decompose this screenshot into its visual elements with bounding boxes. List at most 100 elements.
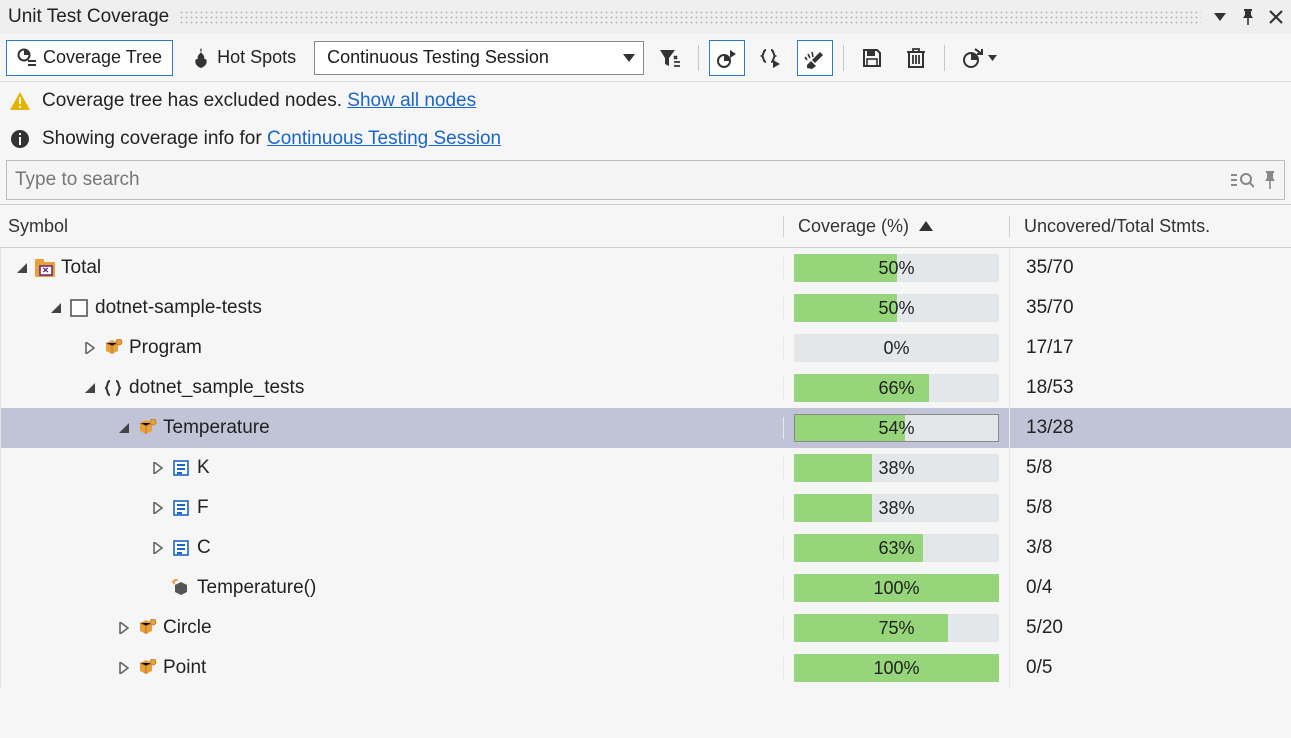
expander-icon[interactable] bbox=[151, 501, 165, 515]
search-pin-icon[interactable] bbox=[1264, 171, 1276, 189]
tab-hot-spots[interactable]: Hot Spots bbox=[181, 40, 306, 76]
coverage-pct: 38% bbox=[878, 498, 914, 519]
sort-asc-icon bbox=[919, 221, 933, 231]
tree-row[interactable]: Total 50% 35/70 bbox=[0, 248, 1291, 288]
tree-row[interactable]: Program 0% 17/17 bbox=[0, 328, 1291, 368]
row-label: Temperature() bbox=[197, 577, 316, 599]
coverage-pct: 38% bbox=[878, 458, 914, 479]
export-button[interactable] bbox=[955, 40, 1003, 76]
search-box bbox=[6, 160, 1285, 200]
tree-row[interactable]: C 63% 3/8 bbox=[0, 528, 1291, 568]
expander-icon[interactable] bbox=[15, 261, 29, 275]
tree-row[interactable]: Circle 75% 5/20 bbox=[0, 608, 1291, 648]
coverage-pct: 100% bbox=[873, 578, 919, 599]
row-label: dotnet_sample_tests bbox=[129, 377, 304, 399]
solution-icon bbox=[35, 258, 55, 278]
property-icon bbox=[171, 538, 191, 558]
show-all-nodes-link[interactable]: Show all nodes bbox=[347, 90, 476, 111]
row-label: dotnet-sample-tests bbox=[95, 297, 262, 319]
search-input[interactable] bbox=[15, 169, 1230, 191]
match-braces-button[interactable] bbox=[753, 40, 789, 76]
row-stmts: 5/8 bbox=[1010, 457, 1291, 479]
notice-session-text: Showing coverage info for bbox=[42, 128, 267, 149]
expander-icon[interactable] bbox=[117, 621, 131, 635]
panel-title-bar: Unit Test Coverage bbox=[0, 0, 1291, 34]
coverage-tree: Total 50% 35/70 dotnet-sample-tests 50% … bbox=[0, 248, 1291, 688]
panel-menu-icon[interactable] bbox=[1211, 8, 1229, 26]
notice-excluded: Coverage tree has excluded nodes. Show a… bbox=[0, 82, 1291, 120]
coverage-pct: 0% bbox=[883, 338, 909, 359]
coverage-bar: 50% bbox=[794, 294, 999, 322]
coverage-bar: 100% bbox=[794, 574, 999, 602]
coverage-pct: 66% bbox=[878, 378, 914, 399]
navigate-button[interactable] bbox=[709, 40, 745, 76]
tree-row[interactable]: Temperature 54% 13/28 bbox=[0, 408, 1291, 448]
expander-icon[interactable] bbox=[49, 301, 63, 315]
session-link[interactable]: Continuous Testing Session bbox=[267, 128, 501, 149]
column-symbol[interactable]: Symbol bbox=[0, 216, 784, 237]
expander-icon[interactable] bbox=[83, 341, 97, 355]
coverage-bar: 54% bbox=[794, 414, 999, 442]
tree-row[interactable]: K 38% 5/8 bbox=[0, 448, 1291, 488]
tree-row[interactable]: Temperature() 100% 0/4 bbox=[0, 568, 1291, 608]
session-dropdown[interactable]: Continuous Testing Session bbox=[314, 41, 644, 75]
column-coverage[interactable]: Coverage (%) bbox=[784, 216, 1010, 237]
row-stmts: 35/70 bbox=[1010, 297, 1291, 319]
search-options-icon[interactable] bbox=[1230, 170, 1254, 190]
expander-icon[interactable] bbox=[83, 381, 97, 395]
expander-icon[interactable] bbox=[117, 661, 131, 675]
coverage-pct: 50% bbox=[878, 298, 914, 319]
row-stmts: 35/70 bbox=[1010, 257, 1291, 279]
row-label: C bbox=[197, 537, 211, 559]
coverage-bar: 50% bbox=[794, 254, 999, 282]
tab-hot-spots-label: Hot Spots bbox=[217, 47, 296, 68]
row-label: Temperature bbox=[163, 417, 270, 439]
filter-button[interactable] bbox=[652, 40, 688, 76]
row-stmts: 3/8 bbox=[1010, 537, 1291, 559]
ctor-icon bbox=[171, 578, 191, 598]
row-label: F bbox=[197, 497, 209, 519]
coverage-pct: 75% bbox=[878, 618, 914, 639]
panel-grip[interactable] bbox=[179, 10, 1201, 24]
column-stmts[interactable]: Uncovered/Total Stmts. bbox=[1010, 216, 1291, 237]
chevron-down-icon bbox=[623, 54, 635, 62]
close-icon[interactable] bbox=[1267, 8, 1285, 26]
panel-title: Unit Test Coverage bbox=[8, 6, 169, 28]
class-icon bbox=[137, 418, 157, 438]
tab-coverage-tree[interactable]: Coverage Tree bbox=[6, 40, 173, 76]
coverage-pct: 50% bbox=[878, 258, 914, 279]
save-button[interactable] bbox=[854, 40, 890, 76]
property-icon bbox=[171, 458, 191, 478]
flame-icon bbox=[191, 48, 211, 68]
coverage-bar: 100% bbox=[794, 654, 999, 682]
highlight-button[interactable] bbox=[797, 40, 833, 76]
row-label: Total bbox=[61, 257, 101, 279]
property-icon bbox=[171, 498, 191, 518]
notice-session: Showing coverage info for Continuous Tes… bbox=[0, 120, 1291, 158]
coverage-bar: 38% bbox=[794, 454, 999, 482]
coverage-bar: 63% bbox=[794, 534, 999, 562]
pin-icon[interactable] bbox=[1239, 8, 1257, 26]
tab-coverage-tree-label: Coverage Tree bbox=[43, 47, 162, 68]
info-icon bbox=[10, 129, 30, 149]
row-label: K bbox=[197, 457, 210, 479]
row-label: Program bbox=[129, 337, 202, 359]
row-stmts: 5/20 bbox=[1010, 617, 1291, 639]
tree-row[interactable]: Point 100% 0/5 bbox=[0, 648, 1291, 688]
expander-icon[interactable] bbox=[151, 581, 165, 595]
row-stmts: 17/17 bbox=[1010, 337, 1291, 359]
coverage-pct: 54% bbox=[878, 418, 914, 439]
tree-row[interactable]: dotnet_sample_tests 66% 18/53 bbox=[0, 368, 1291, 408]
class-icon bbox=[137, 658, 157, 678]
class-icon bbox=[103, 338, 123, 358]
row-label: Point bbox=[163, 657, 206, 679]
expander-icon[interactable] bbox=[117, 421, 131, 435]
tree-row[interactable]: F 38% 5/8 bbox=[0, 488, 1291, 528]
delete-button[interactable] bbox=[898, 40, 934, 76]
expander-icon[interactable] bbox=[151, 461, 165, 475]
toolbar: Coverage Tree Hot Spots Continuous Testi… bbox=[0, 34, 1291, 82]
row-stmts: 5/8 bbox=[1010, 497, 1291, 519]
tree-icon bbox=[17, 48, 37, 68]
expander-icon[interactable] bbox=[151, 541, 165, 555]
tree-row[interactable]: dotnet-sample-tests 50% 35/70 bbox=[0, 288, 1291, 328]
